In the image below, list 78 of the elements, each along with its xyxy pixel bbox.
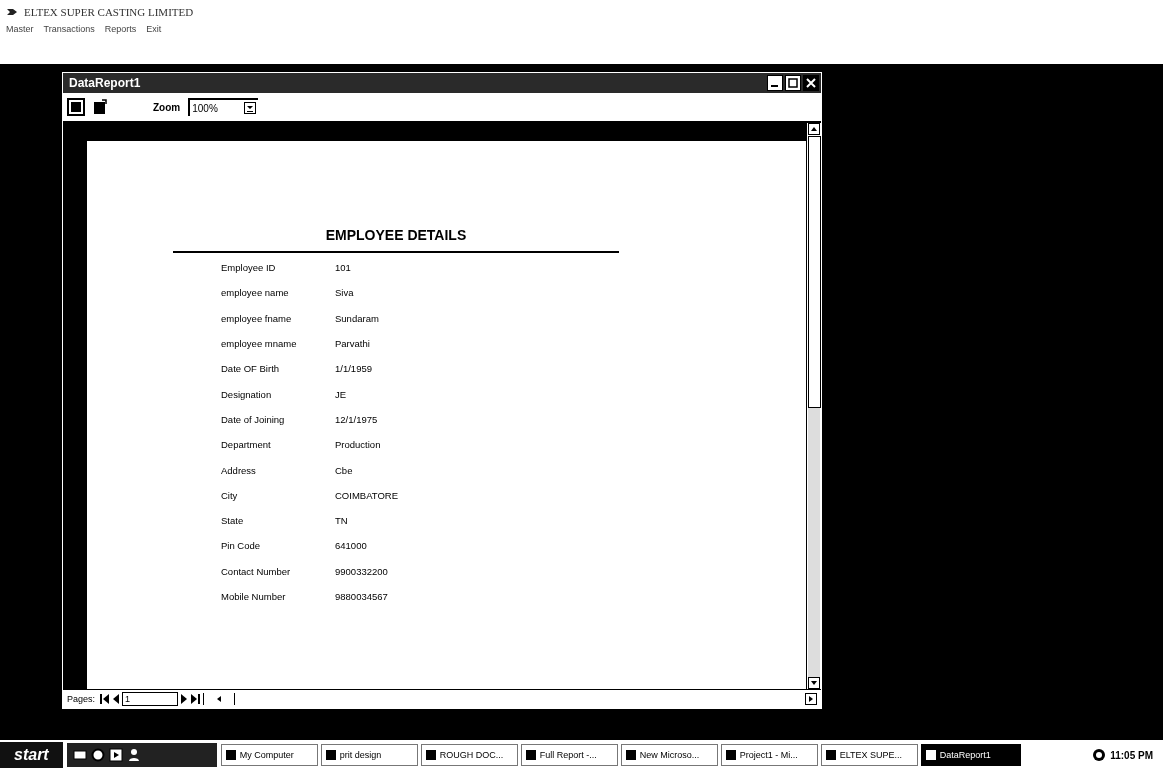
field-label: employee mname: [221, 338, 298, 350]
window-icon: [624, 749, 637, 761]
field-value: TN: [335, 515, 348, 527]
desktop-icon[interactable]: [72, 748, 87, 762]
page-number-field[interactable]: 1: [122, 692, 179, 706]
field-value: 101: [335, 262, 351, 274]
field-label: Address: [221, 464, 257, 476]
field-label: Mobile Number: [221, 591, 287, 602]
menu-item[interactable]: Master: [6, 24, 34, 34]
print-icon[interactable]: [67, 98, 85, 116]
field-label: Date OF Birth: [221, 363, 281, 375]
scroll-thumb[interactable]: [807, 136, 821, 408]
field-value: 641000: [335, 540, 367, 552]
window-icon: [824, 749, 837, 761]
window-icon: [724, 749, 737, 761]
first-page-icon[interactable]: [100, 694, 110, 704]
taskbar-button[interactable]: ELTEX SUPE...: [820, 744, 918, 766]
field-value: 9900332200: [335, 565, 388, 577]
field-value: Production: [335, 439, 381, 451]
field-label: Department: [221, 439, 272, 451]
taskbar-button[interactable]: prit design: [320, 744, 418, 766]
people-icon[interactable]: [126, 748, 141, 762]
field-value: Sundaram: [335, 312, 379, 324]
field-value: Cbe: [335, 464, 353, 476]
maximize-icon[interactable]: [785, 75, 801, 91]
next-page-icon[interactable]: [181, 694, 189, 704]
field-value: Siva: [335, 287, 354, 299]
export-icon[interactable]: [93, 99, 107, 115]
menu-item[interactable]: Exit: [146, 24, 162, 34]
field-value: JE: [335, 388, 347, 400]
field-value: 1/1/1959: [335, 363, 372, 375]
taskbar-button[interactable]: Full Report -...: [520, 744, 618, 766]
zoom-label: Zoom: [153, 101, 181, 113]
taskbar-button[interactable]: My Computer: [220, 744, 318, 766]
field-value: COIMBATORE: [335, 489, 398, 501]
field-label: Designation: [221, 388, 273, 400]
field-value: 9880034567: [335, 591, 388, 602]
scroll-down-icon[interactable]: [808, 677, 820, 689]
window-icon: [424, 749, 437, 761]
window-icon: [224, 749, 237, 761]
field-value: Parvathi: [335, 338, 370, 350]
previous-page-icon[interactable]: [112, 694, 120, 704]
taskbar-button[interactable]: Project1 - Mi...: [720, 744, 818, 766]
field-label: Employee ID: [221, 262, 277, 274]
taskbar-button[interactable]: ROUGH DOC...: [420, 744, 518, 766]
field-label: employee fname: [221, 312, 293, 324]
browser-icon[interactable]: [90, 748, 105, 762]
window-icon: [924, 749, 937, 761]
field-label: City: [221, 489, 239, 501]
pages-label: Pages:: [67, 694, 96, 704]
zoom-dropdown[interactable]: 100%: [188, 98, 259, 116]
vertical-scrollbar[interactable]: [806, 123, 821, 689]
scroll-right-icon[interactable]: [805, 693, 817, 705]
taskbar-button[interactable]: DataReport1: [920, 744, 1021, 766]
field-value: 12/1/1975: [335, 413, 378, 425]
tray-icon[interactable]: [1092, 748, 1107, 762]
scroll-up-icon[interactable]: [808, 123, 820, 135]
report-heading: EMPLOYEE DETAILS: [324, 227, 468, 243]
start-button[interactable]: start: [0, 742, 63, 768]
media-icon[interactable]: [108, 748, 123, 762]
clock: 11:05 PM: [1110, 749, 1153, 761]
window-icon: [524, 749, 537, 761]
menu-item[interactable]: Reports: [104, 24, 137, 34]
minimize-icon[interactable]: [767, 75, 783, 91]
field-label: employee name: [221, 287, 290, 299]
app-title: ELTEX SUPER CASTING LIMITED: [24, 6, 194, 18]
window-icon: [324, 749, 337, 761]
window-title: DataReport1: [69, 76, 141, 90]
close-icon[interactable]: [803, 75, 819, 91]
field-label: Date of Joining: [221, 413, 286, 425]
horizontal-scrollbar[interactable]: [203, 693, 236, 705]
field-label: State: [221, 515, 245, 527]
field-label: Contact Number: [221, 565, 292, 577]
menu-item[interactable]: Transactions: [43, 24, 95, 34]
taskbar-button[interactable]: New Microso...: [620, 744, 718, 766]
app-icon: [6, 7, 18, 17]
last-page-icon[interactable]: [191, 694, 201, 704]
field-label: Pin Code: [221, 540, 262, 552]
